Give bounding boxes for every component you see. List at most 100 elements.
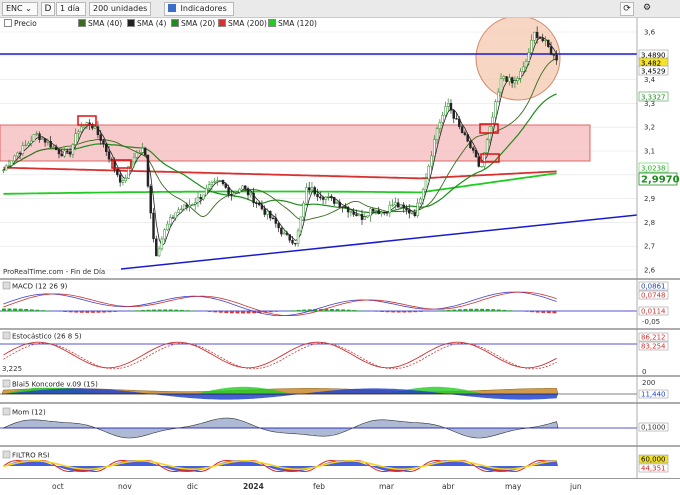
macd-bar bbox=[179, 309, 184, 311]
candle-body bbox=[221, 179, 225, 185]
candle-body bbox=[32, 134, 36, 142]
candle-body bbox=[224, 183, 228, 188]
candle-body bbox=[522, 66, 525, 72]
candle-body bbox=[305, 187, 308, 204]
candle-body bbox=[246, 188, 250, 196]
macd-collapse-icon[interactable] bbox=[2, 281, 11, 290]
candle-body bbox=[371, 208, 375, 212]
macd-bar bbox=[29, 309, 34, 311]
macd-bar bbox=[396, 311, 401, 313]
candle-body bbox=[316, 193, 319, 198]
candle-body bbox=[38, 133, 41, 140]
candle-body bbox=[485, 139, 489, 153]
blai5-collapse-icon[interactable] bbox=[2, 379, 11, 388]
candle-body bbox=[449, 103, 453, 111]
macd-bar bbox=[491, 309, 496, 311]
candle-body bbox=[182, 204, 186, 210]
macd-bar bbox=[385, 311, 390, 313]
candle-body bbox=[310, 187, 314, 191]
rsi-title: FILTRO RSI bbox=[12, 452, 49, 460]
macd-bar bbox=[268, 311, 273, 313]
candle-body bbox=[241, 185, 244, 190]
macd-bar bbox=[90, 311, 95, 313]
macd-bar bbox=[485, 308, 490, 311]
candle-body bbox=[188, 204, 191, 207]
daily-icon[interactable]: D bbox=[41, 2, 55, 16]
candle-body bbox=[455, 118, 458, 120]
macd-bar bbox=[163, 309, 168, 311]
candle-body bbox=[535, 31, 539, 38]
candle-body bbox=[43, 138, 47, 143]
candle-body bbox=[66, 150, 69, 153]
price-tag-sma200-text: 2,9970 bbox=[641, 175, 680, 186]
candle-body bbox=[185, 204, 189, 207]
candle-body bbox=[377, 210, 380, 215]
candle-body bbox=[57, 149, 61, 155]
macd-bar bbox=[229, 311, 234, 314]
candle-body bbox=[435, 128, 439, 140]
macd-bar bbox=[480, 308, 485, 311]
candle-body bbox=[230, 194, 233, 196]
candle-body bbox=[399, 204, 403, 208]
macd-bar bbox=[352, 310, 357, 311]
refresh-icon[interactable]: ⟳ bbox=[620, 2, 634, 16]
candle-body bbox=[497, 91, 500, 102]
mom-collapse-icon[interactable] bbox=[2, 407, 11, 416]
candle-body bbox=[552, 54, 556, 56]
stoch-collapse-icon[interactable] bbox=[2, 331, 11, 340]
candle-body bbox=[141, 147, 144, 153]
candle-body bbox=[494, 101, 497, 118]
candle-body bbox=[232, 192, 236, 196]
candle-body bbox=[63, 150, 66, 157]
candle-body bbox=[471, 147, 475, 151]
indicators-button[interactable]: Indicadores bbox=[164, 2, 234, 16]
units-selector[interactable]: 200 unidades bbox=[89, 2, 151, 16]
resistance-zone bbox=[0, 124, 591, 162]
candle-body bbox=[52, 146, 55, 148]
candle-body bbox=[324, 196, 328, 200]
macd-tag2-text: 0,0748 bbox=[641, 292, 666, 300]
chart-area[interactable]: ProRealTime.com - Fin de Día 3,63,53,43,… bbox=[0, 18, 680, 478]
candle-body bbox=[394, 202, 397, 206]
macd-panel bbox=[0, 291, 637, 316]
macd-bar bbox=[18, 308, 23, 311]
candle-body bbox=[330, 195, 333, 198]
candle-body bbox=[341, 206, 344, 208]
macd-bar bbox=[224, 311, 229, 314]
candle-body bbox=[555, 54, 558, 61]
candle-body bbox=[244, 185, 247, 189]
macd-bar bbox=[185, 310, 190, 311]
candle-body bbox=[444, 106, 447, 116]
rsi-collapse-icon[interactable] bbox=[2, 450, 11, 459]
candle-body bbox=[474, 150, 478, 158]
macd-bar bbox=[374, 311, 379, 312]
period-label: 1 día bbox=[60, 4, 80, 13]
macd-bar bbox=[146, 309, 151, 311]
macd-bar bbox=[552, 311, 557, 314]
macd-bar bbox=[474, 308, 479, 311]
symbol-selector[interactable]: ENC ⌄ bbox=[2, 2, 38, 16]
candle-body bbox=[257, 203, 261, 206]
candle-body bbox=[274, 217, 278, 224]
sma200-line bbox=[3, 166, 557, 180]
candle-body bbox=[118, 174, 122, 183]
candle-body bbox=[135, 152, 139, 158]
candle-body bbox=[291, 240, 294, 244]
candle-body bbox=[255, 202, 258, 204]
settings-icon[interactable]: ⚙ bbox=[640, 2, 654, 16]
candle-body bbox=[41, 138, 44, 140]
candle-body bbox=[380, 212, 383, 215]
candle-body bbox=[358, 213, 361, 217]
period-selector[interactable]: 1 día bbox=[56, 2, 86, 16]
macd-bar bbox=[63, 311, 68, 312]
month-2024: 2024 bbox=[243, 482, 264, 491]
candle-body bbox=[427, 165, 430, 180]
candle-body bbox=[271, 217, 275, 220]
candle-body bbox=[302, 202, 305, 218]
mom-title: Mom (12) bbox=[12, 409, 46, 417]
blai5-top: 200 bbox=[642, 379, 655, 387]
macd-bar bbox=[419, 311, 423, 312]
candle-body bbox=[107, 151, 111, 160]
price-tick-label: 3,1 bbox=[644, 148, 655, 156]
candle-body bbox=[155, 238, 158, 257]
